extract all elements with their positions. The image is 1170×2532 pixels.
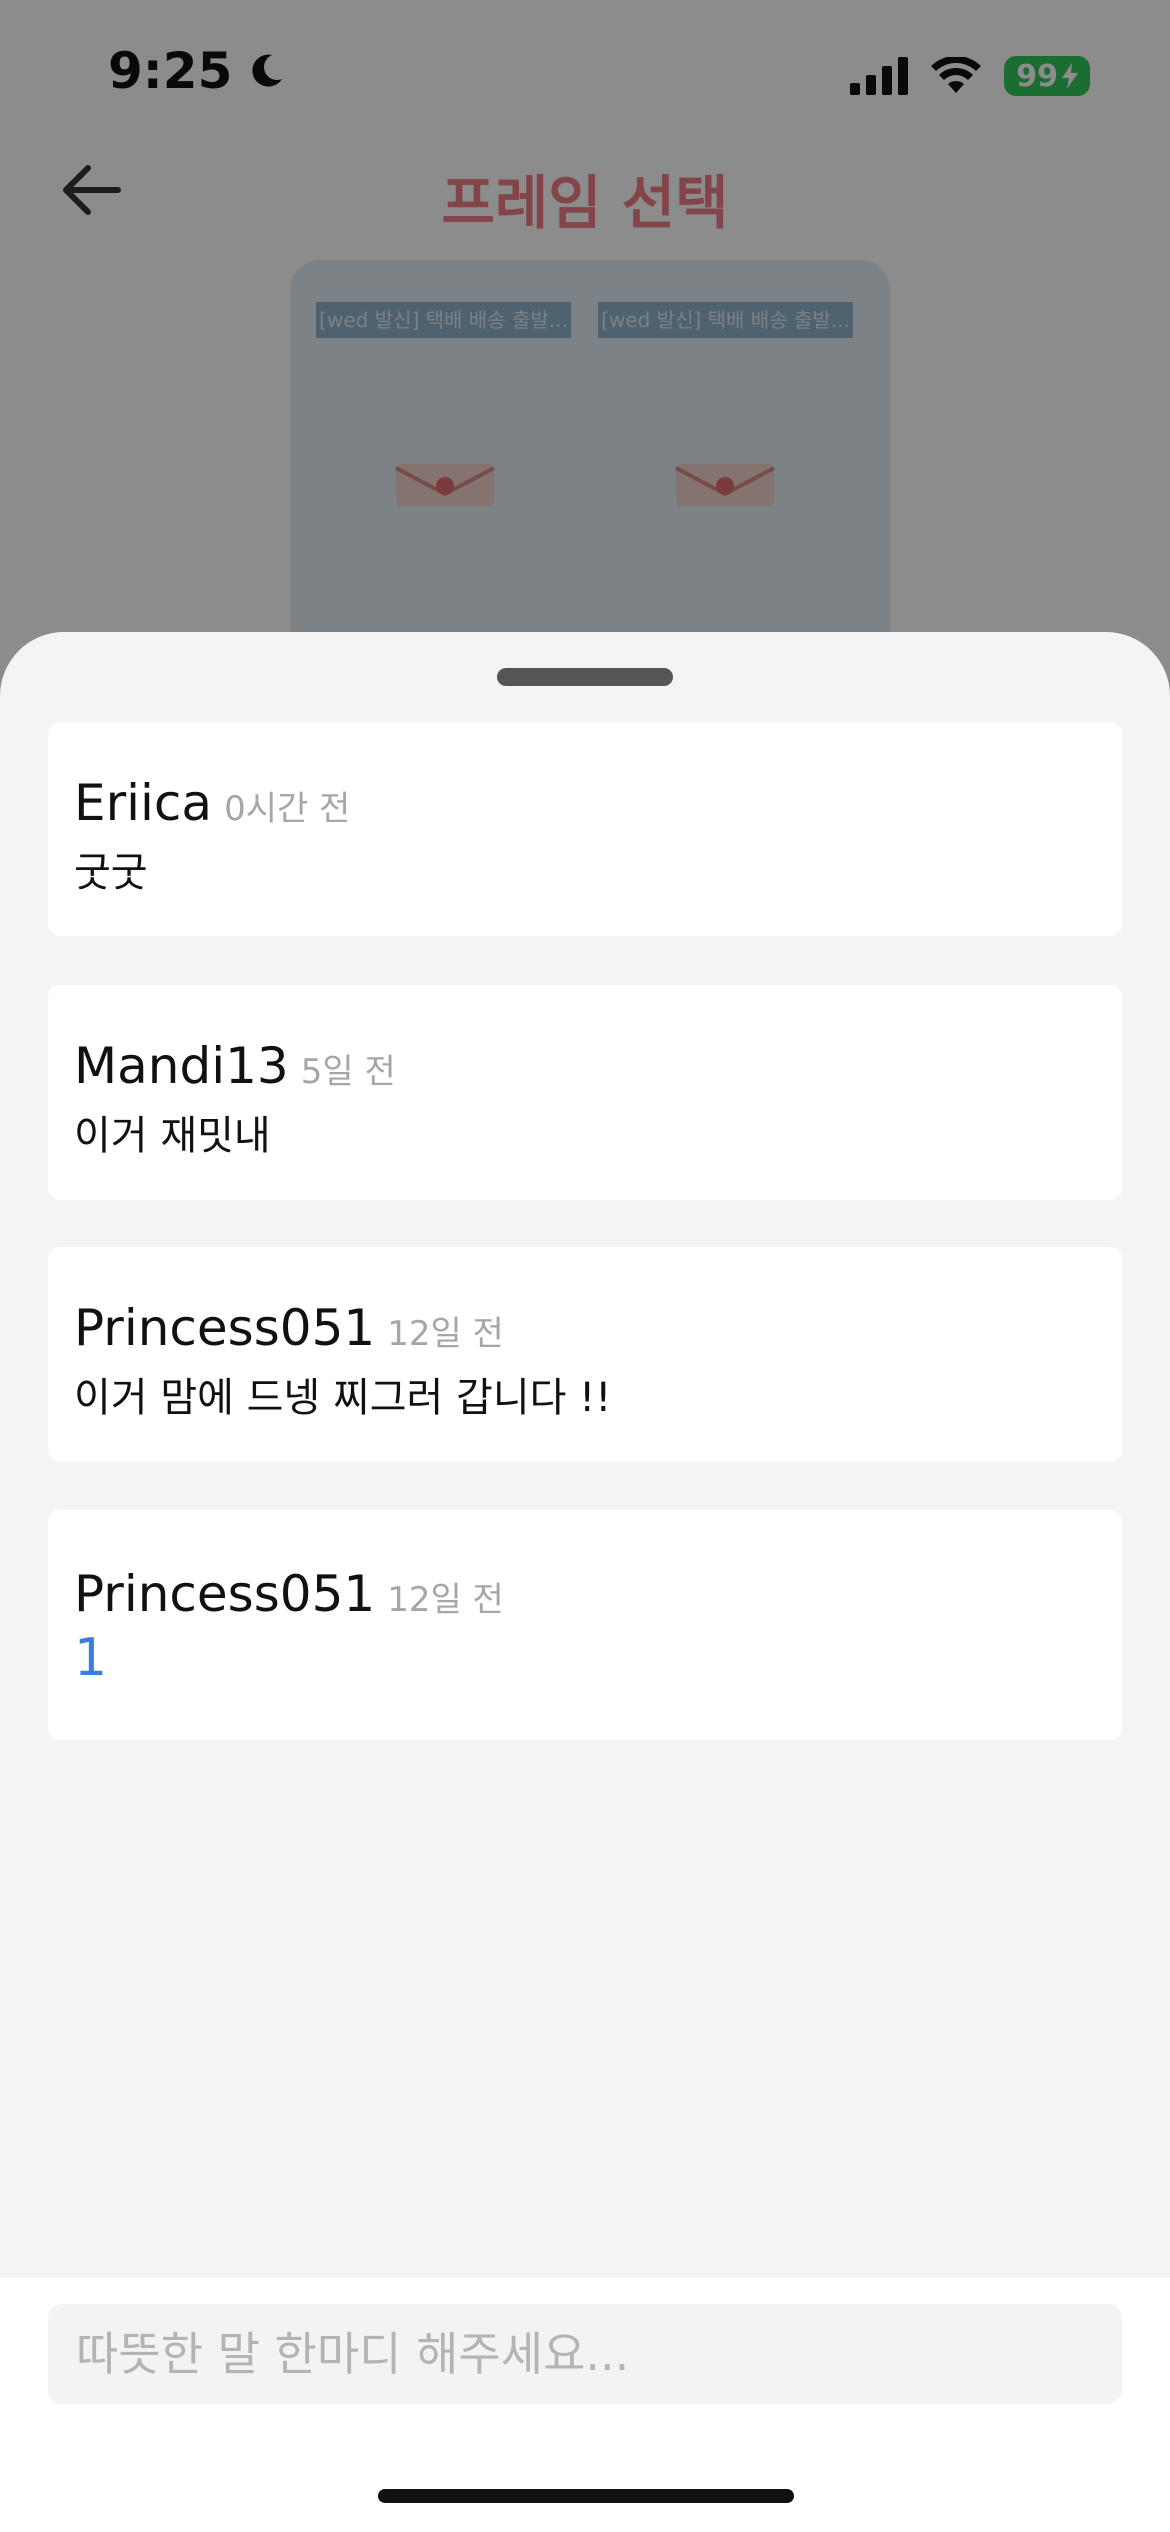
comment-text: 이거 재밋내 [74,1113,271,1159]
comments-sheet: Eriica 0시간 전 굿굿 Mandi13 5일 전 이거 재밋내 Prin… [0,632,1170,2532]
comment-header: Princess051 12일 전 [74,1565,504,1623]
comment-header: Mandi13 5일 전 [74,1037,396,1095]
comment-text: 이거 맘에 드넹 찌그러 갑니다 !! [74,1375,612,1421]
comment-header: Eriica 0시간 전 [74,774,350,832]
comment-card: Princess051 12일 전 1 [48,1510,1122,1740]
comment-card: Eriica 0시간 전 굿굿 [48,722,1122,936]
comment-author: Mandi13 [74,1037,289,1095]
comment-input[interactable] [48,2304,1122,2404]
comment-text: 1 [74,1628,108,1688]
comment-time: 5일 전 [300,1052,396,1092]
comment-author: Eriica [74,774,213,832]
comment-text: 굿굿 [74,850,148,896]
home-indicator[interactable] [378,2489,794,2503]
comment-card: Princess051 12일 전 이거 맘에 드넹 찌그러 갑니다 !! [48,1247,1122,1462]
comment-card: Mandi13 5일 전 이거 재밋내 [48,985,1122,1200]
sheet-grabber[interactable] [497,668,673,686]
comment-time: 12일 전 [387,1314,504,1354]
comment-time: 12일 전 [387,1580,504,1620]
comment-time: 0시간 전 [224,789,351,829]
comment-author: Princess051 [74,1299,376,1357]
comment-author: Princess051 [74,1565,376,1623]
comment-header: Princess051 12일 전 [74,1299,504,1357]
